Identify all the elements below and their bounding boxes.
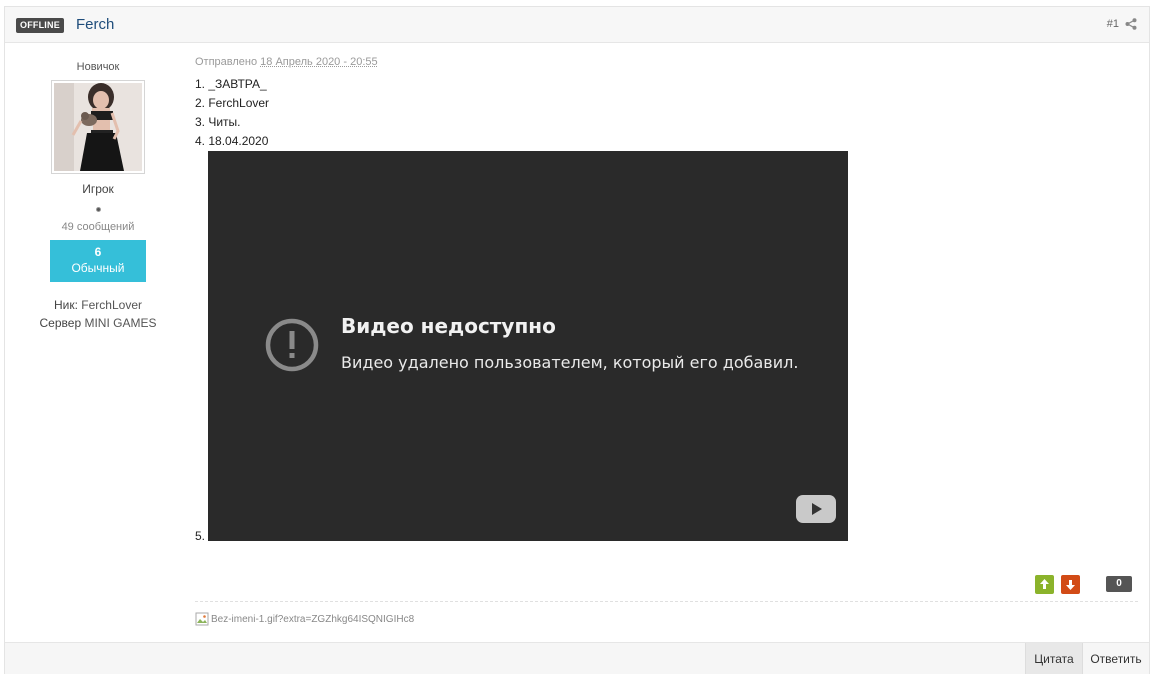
field-nick-value: FerchLover: [81, 298, 142, 312]
video-message: Видео удалено пользователем, который его…: [341, 353, 798, 372]
reputation-value: 6: [50, 245, 146, 260]
share-icon[interactable]: [1125, 18, 1137, 30]
posted-date-value: 18 Апрель 2020 - 20:55: [260, 56, 377, 68]
arrow-up-icon: [1035, 575, 1054, 594]
video-embed[interactable]: Видео недоступно Видео удалено пользоват…: [208, 151, 848, 541]
post-body: Отправлено 18 Апрель 2020 - 20:55 1. _ЗА…: [195, 44, 1138, 541]
reply-button[interactable]: Ответить: [1082, 643, 1149, 674]
reputation-score: 0: [1106, 576, 1132, 592]
list-item: 5. Видео недоступно Видео удалено пользо…: [195, 151, 1138, 541]
arrow-down-icon: [1061, 575, 1080, 594]
post-count: 49 сообщений: [5, 221, 191, 233]
posted-date: Отправлено 18 Апрель 2020 - 20:55: [195, 56, 1138, 68]
post-content: 1. _ЗАВТРА_ 2. FerchLover 3. Читы. 4. 18…: [195, 75, 1138, 541]
author-info: Новичок Игрок 49 сообщений 6 Обычный Ник…: [5, 44, 191, 332]
avatar[interactable]: [51, 80, 145, 174]
field-server: Сервер MINI GAMES: [5, 314, 191, 332]
reputation-badge: 6 Обычный: [50, 240, 146, 282]
list-item: 4. 18.04.2020: [195, 132, 1138, 151]
reputation-label: Обычный: [50, 260, 146, 277]
signature: Bez-imeni-1.gif?extra=ZGZhkg64ISQNIGIHc8: [195, 612, 414, 626]
custom-fields: Ник: FerchLover Сервер MINI GAMES: [5, 296, 191, 332]
post-footer: Цитата Ответить: [5, 642, 1149, 674]
status-badge: OFFLINE: [16, 18, 64, 33]
vote-down-button[interactable]: [1061, 575, 1080, 594]
list-item: 3. Читы.: [195, 113, 1138, 132]
list-item: 1. _ЗАВТРА_: [195, 75, 1138, 94]
field-nick-label: Ник:: [54, 298, 78, 312]
member-title: Новичок: [5, 61, 191, 73]
list-item: 2. FerchLover: [195, 94, 1138, 113]
list-item-number: 5.: [195, 527, 205, 546]
alert-circle-icon: [265, 318, 319, 372]
field-server-label: Сервер: [40, 316, 82, 330]
field-server-value: MINI GAMES: [84, 316, 156, 330]
vote-up-button[interactable]: [1035, 575, 1054, 594]
signature-image-alt: Bez-imeni-1.gif?extra=ZGZhkg64ISQNIGIHc8: [211, 614, 414, 625]
post-number-link[interactable]: #1: [1107, 18, 1119, 30]
rank-pip-icon: [96, 207, 101, 212]
forum-post: OFFLINE Ferch #1 Новичок Игрок 49 сообще…: [4, 6, 1150, 674]
broken-image-icon: [195, 612, 209, 626]
author-name-link[interactable]: Ferch: [76, 16, 114, 33]
youtube-logo-icon[interactable]: [796, 495, 836, 523]
signature-divider: [195, 601, 1138, 602]
posted-label: Отправлено: [195, 56, 257, 68]
video-title: Видео недоступно: [341, 317, 556, 336]
quote-button[interactable]: Цитата: [1025, 643, 1082, 674]
field-nick: Ник: FerchLover: [5, 296, 191, 314]
post-header: OFFLINE Ferch #1: [5, 7, 1149, 43]
member-group: Игрок: [5, 182, 191, 196]
